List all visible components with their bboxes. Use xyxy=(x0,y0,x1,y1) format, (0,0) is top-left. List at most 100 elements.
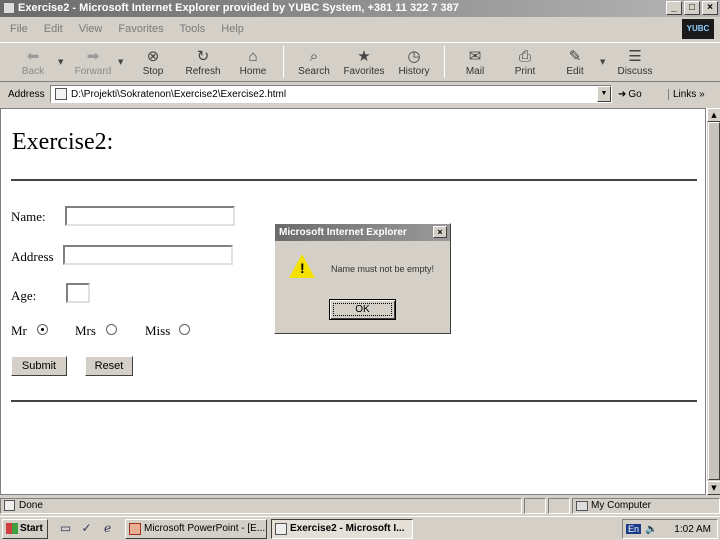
miss-radio[interactable] xyxy=(179,324,190,335)
maximize-button[interactable]: □ xyxy=(684,1,700,15)
start-label: Start xyxy=(20,523,43,534)
page-icon xyxy=(55,88,67,100)
taskbar-item-ie[interactable]: Exercise2 - Microsoft I... xyxy=(271,518,413,539)
status-text-panel: Done xyxy=(0,498,522,514)
edit-label: Edit xyxy=(566,65,584,77)
outlook-icon[interactable]: ✓ xyxy=(79,521,94,536)
mrs-radio[interactable] xyxy=(106,324,117,335)
favorites-label: Favorites xyxy=(343,65,385,77)
address-input[interactable]: D:\Projekti\Sokratenon\Exercise2\Exercis… xyxy=(50,85,612,103)
language-indicator[interactable]: En xyxy=(626,524,642,534)
submit-button[interactable]: Submit xyxy=(11,356,67,376)
mr-radio[interactable] xyxy=(37,324,48,335)
edit-dropdown-icon[interactable]: ▼ xyxy=(600,43,610,81)
forward-dropdown-icon[interactable]: ▼ xyxy=(118,43,128,81)
print-button[interactable]: ⎙ Print xyxy=(500,43,550,81)
warning-exclamation-icon: ! xyxy=(300,260,305,276)
home-button[interactable]: ⌂ Home xyxy=(228,43,278,81)
ie-icon[interactable]: ℯ xyxy=(100,521,115,536)
menu-bar: File Edit View Favorites Tools Help YUBC xyxy=(0,18,720,40)
status-bar: Done My Computer xyxy=(0,497,720,515)
task-label: Exercise2 - Microsoft I... xyxy=(290,522,405,534)
refresh-button[interactable]: ↻ Refresh xyxy=(178,43,228,81)
speaker-icon[interactable]: 🔈 xyxy=(645,524,657,535)
history-icon: ◷ xyxy=(407,47,421,65)
quick-launch: ▭ ✓ ℯ xyxy=(58,521,115,536)
dialog-title-bar[interactable]: Microsoft Internet Explorer × xyxy=(275,224,450,241)
back-button[interactable]: ⬅ Back xyxy=(8,43,58,81)
refresh-label: Refresh xyxy=(185,65,221,77)
mrs-label: Mrs xyxy=(75,323,96,338)
home-label: Home xyxy=(239,65,267,77)
forward-arrow-icon: ➡ xyxy=(86,47,100,65)
discuss-icon: ☰ xyxy=(628,47,642,65)
menu-help[interactable]: Help xyxy=(221,23,244,35)
clock[interactable]: 1:02 AM xyxy=(674,524,711,535)
window-title-bar[interactable]: Exercise2 - Microsoft Internet Explorer … xyxy=(0,0,720,17)
status-cell xyxy=(548,498,570,514)
menu-favorites[interactable]: Favorites xyxy=(118,23,163,35)
menu-edit[interactable]: Edit xyxy=(44,23,63,35)
address-value: D:\Projekti\Sokratenon\Exercise2\Exercis… xyxy=(71,88,287,100)
links-button[interactable]: Links » xyxy=(668,88,705,100)
address-field-label: Address xyxy=(11,249,54,264)
vertical-scrollbar[interactable]: ▲ ▼ xyxy=(706,108,720,495)
name-input[interactable] xyxy=(65,206,235,226)
favorites-button[interactable]: ★ Favorites xyxy=(339,43,389,81)
computer-icon xyxy=(576,501,588,511)
search-button[interactable]: ⌕ Search xyxy=(289,43,339,81)
address-field[interactable] xyxy=(63,245,233,265)
zone-text: My Computer xyxy=(591,500,652,511)
history-button[interactable]: ◷ History xyxy=(389,43,439,81)
print-label: Print xyxy=(514,65,536,77)
toolbar-separator xyxy=(283,46,284,78)
close-button[interactable]: × xyxy=(702,1,718,15)
address-dropdown-icon[interactable]: ▼ xyxy=(597,86,611,102)
scroll-down-icon[interactable]: ▼ xyxy=(707,481,720,495)
name-label: Name: xyxy=(11,209,46,224)
discuss-button[interactable]: ☰ Discuss xyxy=(610,43,660,81)
stop-button[interactable]: ⊗ Stop xyxy=(128,43,178,81)
desktop-icon[interactable]: ▭ xyxy=(58,521,73,536)
address-label: Address xyxy=(8,88,45,100)
forward-label: Forward xyxy=(74,65,112,77)
powerpoint-icon xyxy=(129,522,141,535)
folder-star-icon: ★ xyxy=(357,47,371,65)
age-input[interactable] xyxy=(66,283,90,303)
scroll-thumb[interactable] xyxy=(708,122,720,480)
taskbar-item-powerpoint[interactable]: Microsoft PowerPoint - [E... xyxy=(125,518,267,539)
search-label: Search xyxy=(298,65,330,77)
security-zone-panel: My Computer xyxy=(572,498,720,514)
back-label: Back xyxy=(21,65,45,77)
start-button[interactable]: Start xyxy=(2,518,48,539)
scroll-up-icon[interactable]: ▲ xyxy=(707,108,720,122)
chevron-right-icon: » xyxy=(699,88,705,100)
dialog-close-button[interactable]: × xyxy=(433,226,447,238)
mail-button[interactable]: ✉ Mail xyxy=(450,43,500,81)
edit-icon: ✎ xyxy=(568,47,582,65)
windows-logo-icon xyxy=(6,523,18,534)
go-label: Go xyxy=(628,88,642,100)
task-label: Microsoft PowerPoint - [E... xyxy=(144,522,266,534)
menu-view[interactable]: View xyxy=(79,23,103,35)
top-divider xyxy=(11,179,697,181)
mr-label: Mr xyxy=(11,323,27,338)
mail-icon: ✉ xyxy=(468,47,482,65)
back-dropdown-icon[interactable]: ▼ xyxy=(58,43,68,81)
search-icon: ⌕ xyxy=(309,47,319,65)
menu-file[interactable]: File xyxy=(10,23,28,35)
page-title: Exercise2: xyxy=(12,129,114,155)
miss-label: Miss xyxy=(145,323,171,338)
stop-label: Stop xyxy=(142,65,164,77)
go-button[interactable]: ➜ Go xyxy=(618,89,656,100)
toolbar: ⬅ Back ▼ ➡ Forward ▼ ⊗ Stop ↻ Refresh ⌂ … xyxy=(0,42,720,82)
forward-button[interactable]: ➡ Forward xyxy=(68,43,118,81)
history-label: History xyxy=(398,65,430,77)
edit-button[interactable]: ✎ Edit xyxy=(550,43,600,81)
reset-button[interactable]: Reset xyxy=(85,356,133,376)
refresh-icon: ↻ xyxy=(196,47,210,65)
age-label: Age: xyxy=(11,288,37,303)
ok-button[interactable]: OK xyxy=(329,299,396,320)
menu-tools[interactable]: Tools xyxy=(180,23,206,35)
minimize-button[interactable]: _ xyxy=(666,1,682,15)
